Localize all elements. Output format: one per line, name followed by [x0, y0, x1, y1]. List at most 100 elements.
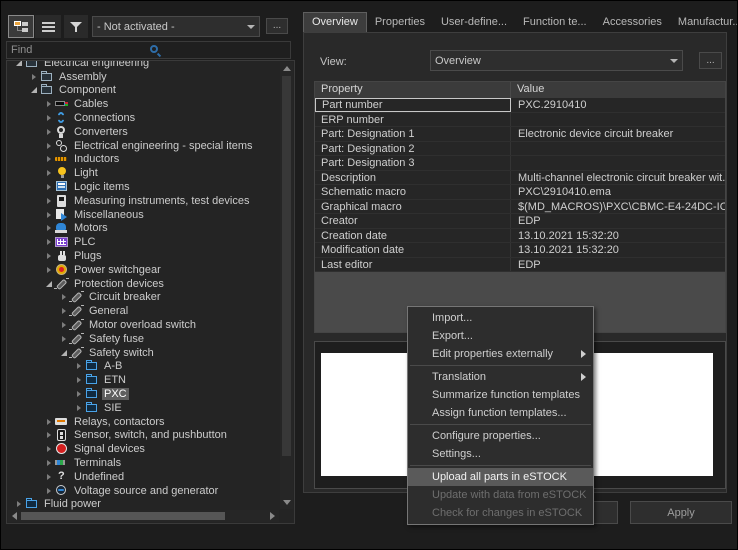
value-cell[interactable]: 13.10.2021 15:32:20: [511, 243, 725, 257]
expand-icon[interactable]: [74, 375, 85, 385]
tree-item-signal-devices[interactable]: Signal devices: [8, 442, 279, 456]
view-more-button[interactable]: ...: [699, 52, 722, 69]
value-cell[interactable]: [511, 156, 725, 170]
value-cell[interactable]: PXC.2910410: [511, 98, 725, 112]
expand-icon[interactable]: [44, 99, 55, 109]
value-cell[interactable]: EDP: [511, 258, 725, 272]
tab-function-te[interactable]: Function te...: [515, 13, 595, 32]
menu-item-settings[interactable]: Settings...: [408, 445, 593, 463]
menu-item-configure-properties[interactable]: Configure properties...: [408, 427, 593, 445]
tree-view-button[interactable]: [8, 15, 34, 38]
expand-icon[interactable]: [14, 499, 25, 509]
tab-user-define[interactable]: User-define...: [433, 13, 515, 32]
tree-item-circuit-breaker[interactable]: Circuit breaker: [8, 291, 279, 305]
tree-item-power-switchgear[interactable]: Power switchgear: [8, 263, 279, 277]
value-cell[interactable]: 13.10.2021 15:32:20: [511, 229, 725, 243]
tree-item-measuring-instruments-test-devices[interactable]: Measuring instruments, test devices: [8, 194, 279, 208]
tree-item-protection-devices[interactable]: Protection devices: [8, 277, 279, 291]
menu-item-translation[interactable]: Translation: [408, 368, 593, 386]
tree-item-cables[interactable]: Cables: [8, 97, 279, 111]
tab-properties[interactable]: Properties: [367, 13, 433, 32]
expand-icon[interactable]: [44, 168, 55, 178]
tree-item-connections[interactable]: Connections: [8, 111, 279, 125]
expand-icon[interactable]: [44, 127, 55, 137]
filter-more-button[interactable]: ...: [266, 18, 288, 34]
tree-item-relays-contactors[interactable]: Relays, contactors: [8, 415, 279, 429]
expand-icon[interactable]: [44, 417, 55, 427]
value-cell[interactable]: Electronic device circuit breaker: [511, 127, 725, 141]
tree-item-pxc[interactable]: PXC: [8, 387, 279, 401]
property-cell[interactable]: Last editor: [315, 258, 511, 272]
expand-icon[interactable]: [44, 196, 55, 206]
tree-item-component[interactable]: Component: [8, 84, 279, 98]
value-cell[interactable]: [511, 142, 725, 156]
property-cell[interactable]: Creator: [315, 214, 511, 228]
expand-icon[interactable]: [44, 154, 55, 164]
expand-icon[interactable]: [44, 430, 55, 440]
property-cell[interactable]: Part: Designation 1: [315, 127, 511, 141]
tree-item-terminals[interactable]: Terminals: [8, 456, 279, 470]
property-cell[interactable]: ERP number: [315, 113, 511, 127]
property-column-header[interactable]: Property: [315, 82, 511, 98]
tree-item-logic-items[interactable]: Logic items: [8, 180, 279, 194]
value-cell[interactable]: $(MD_MACROS)\PXC\CBMC-E4-24DC-IOL...: [511, 200, 725, 214]
expand-icon[interactable]: [44, 472, 55, 482]
tree-item-voltage-source-and-generator[interactable]: Voltage source and generator: [8, 484, 279, 498]
scroll-up-icon[interactable]: [283, 66, 291, 71]
expand-icon[interactable]: [44, 458, 55, 468]
scroll-down-icon[interactable]: [283, 500, 291, 505]
value-cell[interactable]: [511, 113, 725, 127]
tree-item-assembly[interactable]: Assembly: [8, 70, 279, 84]
menu-item-export[interactable]: Export...: [408, 327, 593, 345]
tree-item-sie[interactable]: SIE: [8, 401, 279, 415]
menu-item-assign-function-templates[interactable]: Assign function templates...: [408, 404, 593, 422]
value-cell[interactable]: EDP: [511, 214, 725, 228]
tab-manufactur[interactable]: Manufactur...: [670, 13, 738, 32]
tree-item-plc[interactable]: PLC: [8, 235, 279, 249]
property-cell[interactable]: Part number: [315, 98, 511, 112]
tab-overview[interactable]: Overview: [303, 12, 367, 32]
expand-icon[interactable]: [74, 389, 85, 399]
tree-item-fluid-power[interactable]: Fluid power: [8, 498, 279, 511]
expand-icon[interactable]: [29, 72, 40, 82]
menu-item-edit-properties-externally[interactable]: Edit properties externally: [408, 345, 593, 363]
property-cell[interactable]: Graphical macro: [315, 200, 511, 214]
menu-item-upload-all-parts-in-estock[interactable]: Upload all parts in eSTOCK: [408, 468, 593, 486]
tab-accessories[interactable]: Accessories: [595, 13, 670, 32]
tree-item-safety-switch[interactable]: Safety switch: [8, 346, 279, 360]
filter-dropdown[interactable]: - Not activated -: [92, 16, 260, 37]
find-input[interactable]: Find: [6, 41, 291, 59]
expand-icon[interactable]: [44, 223, 55, 233]
expand-icon[interactable]: [44, 141, 55, 151]
tree-horizontal-scrollbar[interactable]: [8, 510, 279, 522]
collapse-icon[interactable]: [14, 60, 25, 68]
expand-icon[interactable]: [44, 113, 55, 123]
collapse-icon[interactable]: [29, 85, 40, 95]
property-cell[interactable]: Description: [315, 171, 511, 185]
property-cell[interactable]: Schematic macro: [315, 185, 511, 199]
expand-icon[interactable]: [74, 361, 85, 371]
tree-item-plugs[interactable]: Plugs: [8, 249, 279, 263]
search-icon[interactable]: [149, 44, 287, 57]
value-cell[interactable]: Multi-channel electronic circuit breaker…: [511, 171, 725, 185]
vertical-scroll-thumb[interactable]: [282, 76, 291, 456]
property-cell[interactable]: Part: Designation 3: [315, 156, 511, 170]
menu-item-import[interactable]: Import...: [408, 309, 593, 327]
tree-item-motors[interactable]: Motors: [8, 222, 279, 236]
view-dropdown[interactable]: Overview: [430, 50, 683, 71]
property-cell[interactable]: Modification date: [315, 243, 511, 257]
expand-icon[interactable]: [44, 251, 55, 261]
scroll-right-icon[interactable]: [270, 512, 275, 520]
tree-item-electrical-engineering[interactable]: Electrical engineering: [8, 60, 279, 70]
list-view-button[interactable]: [35, 15, 61, 38]
scroll-left-icon[interactable]: [12, 512, 17, 520]
value-cell[interactable]: PXC\2910410.ema: [511, 185, 725, 199]
tree-item-undefined[interactable]: Undefined: [8, 470, 279, 484]
expand-icon[interactable]: [44, 237, 55, 247]
expand-icon[interactable]: [44, 210, 55, 220]
expand-icon[interactable]: [44, 182, 55, 192]
filter-button[interactable]: [64, 15, 88, 38]
expand-icon[interactable]: [44, 486, 55, 496]
property-cell[interactable]: Part: Designation 2: [315, 142, 511, 156]
tree-vertical-scrollbar[interactable]: [280, 62, 293, 509]
